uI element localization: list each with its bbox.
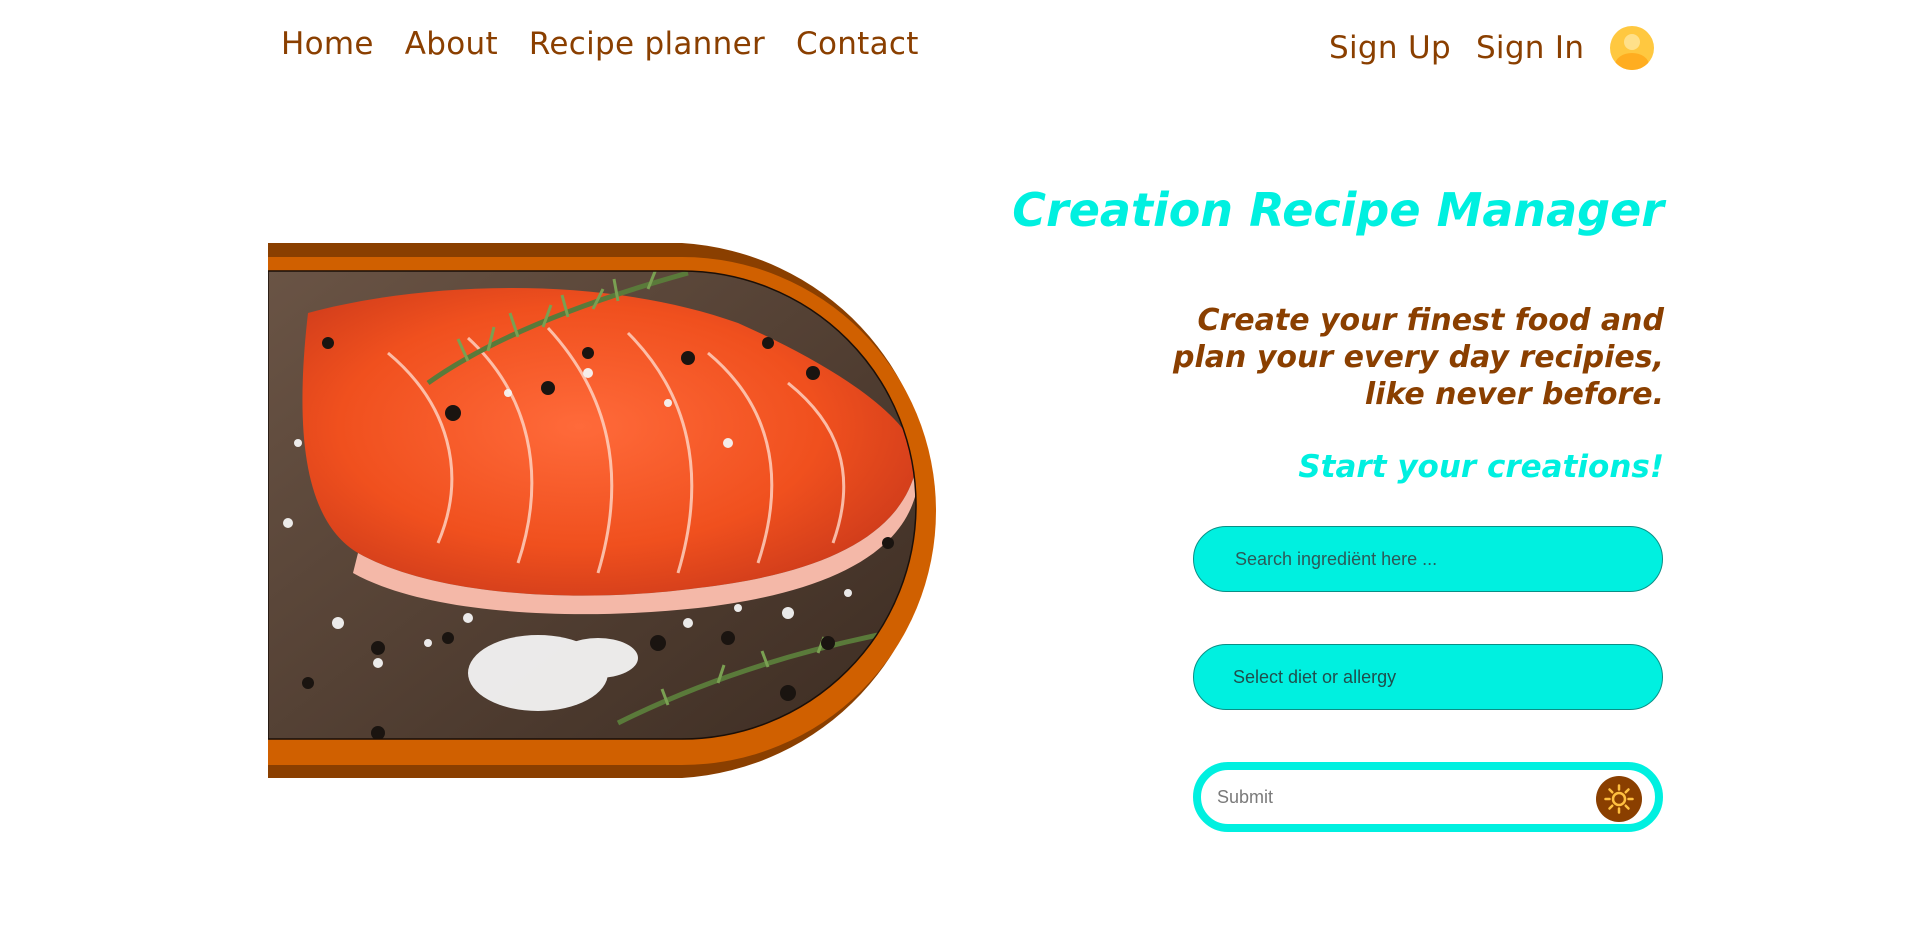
search-input[interactable]: [1233, 547, 1662, 571]
hero-tagline: Create your finest food and plan your ev…: [1173, 303, 1664, 412]
submit-field: [1193, 762, 1663, 832]
diet-select-value: Select diet or allergy: [1233, 666, 1397, 687]
salmon-image: [268, 243, 936, 778]
auth-links: Sign Up Sign In: [1329, 26, 1655, 70]
search-field: [1193, 526, 1663, 592]
avatar-head: [1624, 34, 1641, 50]
avatar-body: [1615, 53, 1650, 70]
hero-cta-heading: Start your creations!: [1298, 449, 1664, 485]
user-avatar-icon[interactable]: [1610, 26, 1655, 70]
nav-home-link[interactable]: Home: [281, 26, 374, 62]
nav-links: Home About Recipe planner Contact: [281, 26, 919, 62]
hero-image-frame: [268, 243, 942, 778]
submit-input[interactable]: [1215, 785, 1579, 809]
sun-icon[interactable]: [1596, 776, 1642, 822]
nav-about-link[interactable]: About: [405, 26, 498, 62]
sun-icon-graphic: [1604, 784, 1634, 814]
nav-recipe-planner-link[interactable]: Recipe planner: [529, 26, 765, 62]
sign-up-link[interactable]: Sign Up: [1329, 30, 1451, 66]
nav-contact-link[interactable]: Contact: [796, 26, 919, 62]
diet-select[interactable]: Select diet or allergy: [1193, 644, 1663, 710]
sign-in-link[interactable]: Sign In: [1476, 30, 1584, 66]
page-title: Creation Recipe Manager: [1012, 183, 1664, 237]
